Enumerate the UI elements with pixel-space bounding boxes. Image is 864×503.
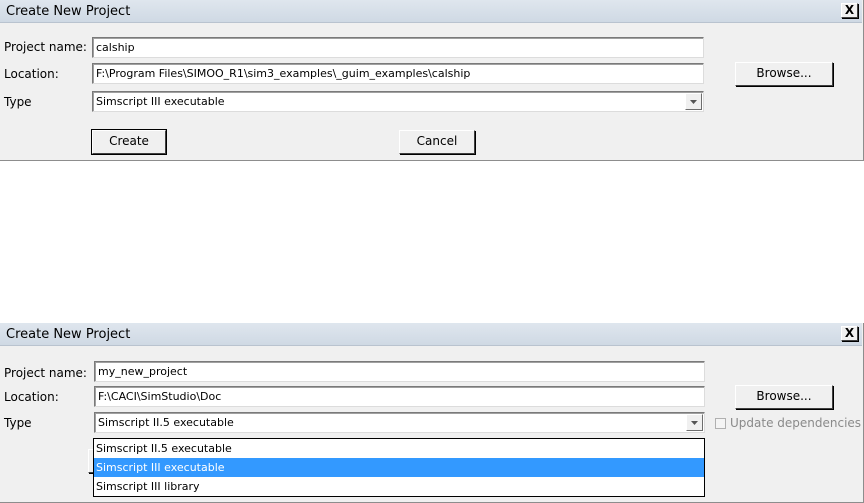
type-combobox[interactable]: Simscript III executable [92,91,704,112]
chevron-down-icon [691,421,698,425]
close-button[interactable]: X [841,326,858,341]
project-name-input[interactable]: calship [92,37,704,58]
update-dependencies-checkbox[interactable] [715,418,726,429]
type-selected-value: Simscript II.5 executable [98,416,234,429]
title-bar[interactable]: Create New Project X [0,323,862,346]
dialog-title: Create New Project [6,327,131,342]
location-input[interactable]: F:\Program Files\SIMOO_R1\sim3_examples\… [92,63,704,84]
title-bar[interactable]: Create New Project X [0,0,862,23]
location-input[interactable]: F:\CACI\SimStudio\Doc [94,386,705,407]
dropdown-button[interactable] [685,93,702,110]
create-button[interactable]: Create [91,129,167,155]
dropdown-option-selected[interactable]: Simscript III executable [94,458,704,477]
browse-button[interactable]: Browse... [735,385,833,409]
project-name-label: Project name: [4,366,87,380]
dropdown-option[interactable]: Simscript III library [94,477,704,496]
location-label: Location: [4,67,59,81]
type-combobox[interactable]: Simscript II.5 executable [94,412,705,433]
type-label: Type [4,95,32,109]
dropdown-option[interactable]: Simscript II.5 executable [94,439,704,458]
type-selected-value: Simscript III executable [96,95,225,108]
create-project-dialog-1: Create New Project X Project name: calsh… [0,0,864,161]
dialog-title: Create New Project [6,4,131,19]
update-dependencies-label: Update dependencies [730,416,862,430]
dropdown-button[interactable] [686,414,703,431]
chevron-down-icon [690,100,697,104]
browse-button[interactable]: Browse... [735,62,833,86]
close-icon: X [844,3,855,17]
type-label: Type [4,416,32,430]
close-icon: X [844,326,855,340]
cancel-button[interactable]: Cancel [399,130,475,154]
type-dropdown-list: Simscript II.5 executable Simscript III … [93,438,705,497]
location-label: Location: [4,390,59,404]
close-button[interactable]: X [841,3,858,18]
project-name-input[interactable]: my_new_project [94,361,705,382]
project-name-label: Project name: [4,40,87,54]
